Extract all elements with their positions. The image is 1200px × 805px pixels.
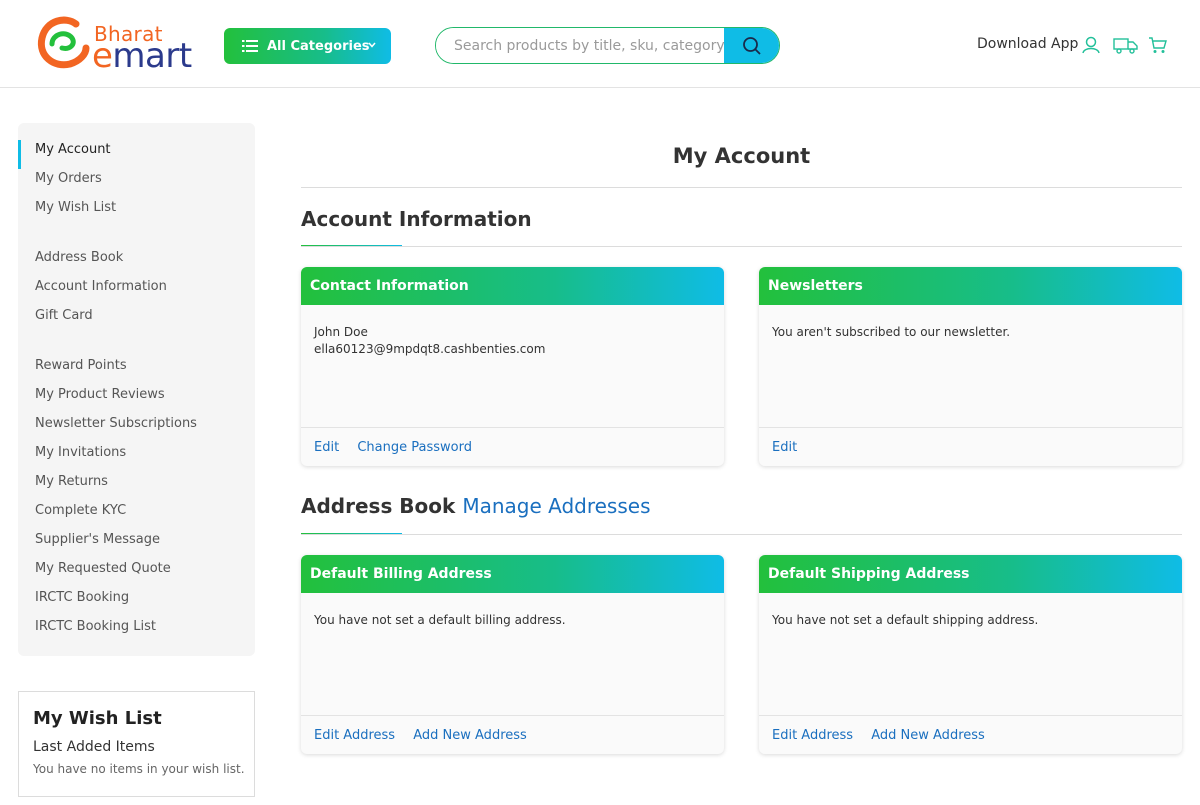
card-header: Contact Information [301, 267, 724, 305]
logo-text-mart: mart [112, 36, 192, 76]
sidebar-item-complete-kyc[interactable]: Complete KYC [18, 501, 255, 530]
default-shipping-address-card: Default Shipping Address You have not se… [759, 555, 1182, 754]
card-body: You aren't subscribed to our newsletter. [759, 305, 1182, 428]
edit-billing-address-link[interactable]: Edit Address [314, 728, 395, 743]
list-icon [242, 40, 258, 52]
download-app-link[interactable]: Download App [977, 36, 1078, 52]
search-input[interactable] [436, 28, 725, 63]
shipping-address-text: You have not set a default shipping addr… [772, 613, 1039, 627]
newsletters-card: Newsletters You aren't subscribed to our… [759, 267, 1182, 466]
card-footer: Edit Change Password [301, 428, 724, 466]
address-book-heading: Address Book Manage Addresses [301, 494, 651, 518]
edit-contact-link[interactable]: Edit [314, 440, 339, 455]
sidebar-divider [18, 335, 255, 356]
chevron-down-icon [368, 42, 376, 48]
edit-shipping-address-link[interactable]: Edit Address [772, 728, 853, 743]
account-sidebar: My Account My Orders My Wish List Addres… [18, 123, 255, 656]
card-footer: Edit [759, 428, 1182, 466]
sidebar-item-my-invitations[interactable]: My Invitations [18, 443, 255, 472]
sidebar-item-gift-card[interactable]: Gift Card [18, 306, 255, 335]
logo-swirl-icon [37, 16, 90, 69]
logo-text-emart: emart [92, 36, 192, 76]
header: Bharat emart All Categories Download App [0, 0, 1200, 88]
search-icon [742, 36, 761, 55]
page-title: My Account [672, 144, 811, 168]
delivery-truck-icon[interactable] [1113, 36, 1139, 54]
card-footer: Edit Address Add New Address [759, 716, 1182, 754]
default-billing-address-card: Default Billing Address You have not set… [301, 555, 724, 754]
billing-address-text: You have not set a default billing addre… [314, 613, 566, 627]
divider [301, 534, 1182, 535]
card-body: John Doe ella60123@9mpdqt8.cashbenties.c… [301, 305, 724, 428]
address-book-title: Address Book [301, 494, 456, 518]
contact-information-card: Contact Information John Doe ella60123@9… [301, 267, 724, 466]
account-information-heading: Account Information [301, 207, 532, 231]
sidebar-item-account-information[interactable]: Account Information [18, 277, 255, 306]
divider [301, 246, 1182, 247]
sidebar-item-my-product-reviews[interactable]: My Product Reviews [18, 385, 255, 414]
contact-name: John Doe [314, 325, 368, 339]
newsletter-status-text: You aren't subscribed to our newsletter. [772, 325, 1011, 339]
sidebar-item-irctc-booking-list[interactable]: IRCTC Booking List [18, 617, 255, 646]
wish-list-empty-text: You have no items in your wish list. [33, 762, 245, 776]
user-icon[interactable] [1081, 36, 1101, 54]
manage-addresses-link[interactable]: Manage Addresses [462, 494, 650, 518]
card-header: Default Shipping Address [759, 555, 1182, 593]
add-new-address-link[interactable]: Add New Address [413, 728, 527, 743]
card-header: Default Billing Address [301, 555, 724, 593]
sidebar-item-my-requested-quote[interactable]: My Requested Quote [18, 559, 255, 588]
sidebar-item-reward-points[interactable]: Reward Points [18, 356, 255, 385]
bharat-emart-logo[interactable]: Bharat emart [36, 12, 196, 76]
search-bar [435, 27, 780, 64]
sidebar-item-newsletter-subscriptions[interactable]: Newsletter Subscriptions [18, 414, 255, 443]
card-body: You have not set a default billing addre… [301, 593, 724, 716]
contact-email: ella60123@9mpdqt8.cashbenties.com [314, 342, 546, 356]
all-categories-label: All Categories [267, 38, 370, 54]
sidebar-item-my-account[interactable]: My Account [18, 140, 255, 169]
divider [301, 187, 1182, 188]
card-body: You have not set a default shipping addr… [759, 593, 1182, 716]
sidebar-item-my-returns[interactable]: My Returns [18, 472, 255, 501]
sidebar-item-address-book[interactable]: Address Book [18, 248, 255, 277]
logo-text-e: e [92, 36, 113, 76]
change-password-link[interactable]: Change Password [357, 440, 472, 455]
sidebar-divider [18, 227, 255, 248]
wish-list-title: My Wish List [33, 708, 162, 729]
sidebar-item-irctc-booking[interactable]: IRCTC Booking [18, 588, 255, 617]
sidebar-item-my-wish-list[interactable]: My Wish List [18, 198, 255, 227]
search-button[interactable] [724, 28, 779, 63]
add-new-address-link[interactable]: Add New Address [871, 728, 985, 743]
all-categories-button[interactable]: All Categories [224, 28, 391, 64]
sidebar-item-suppliers-message[interactable]: Supplier's Message [18, 530, 255, 559]
edit-newsletter-link[interactable]: Edit [772, 440, 797, 455]
wish-list-widget: My Wish List Last Added Items You have n… [18, 691, 255, 797]
card-header: Newsletters [759, 267, 1182, 305]
card-footer: Edit Address Add New Address [301, 716, 724, 754]
sidebar-item-my-orders[interactable]: My Orders [18, 169, 255, 198]
last-added-items-label: Last Added Items [33, 739, 155, 755]
cart-icon[interactable] [1148, 36, 1168, 54]
